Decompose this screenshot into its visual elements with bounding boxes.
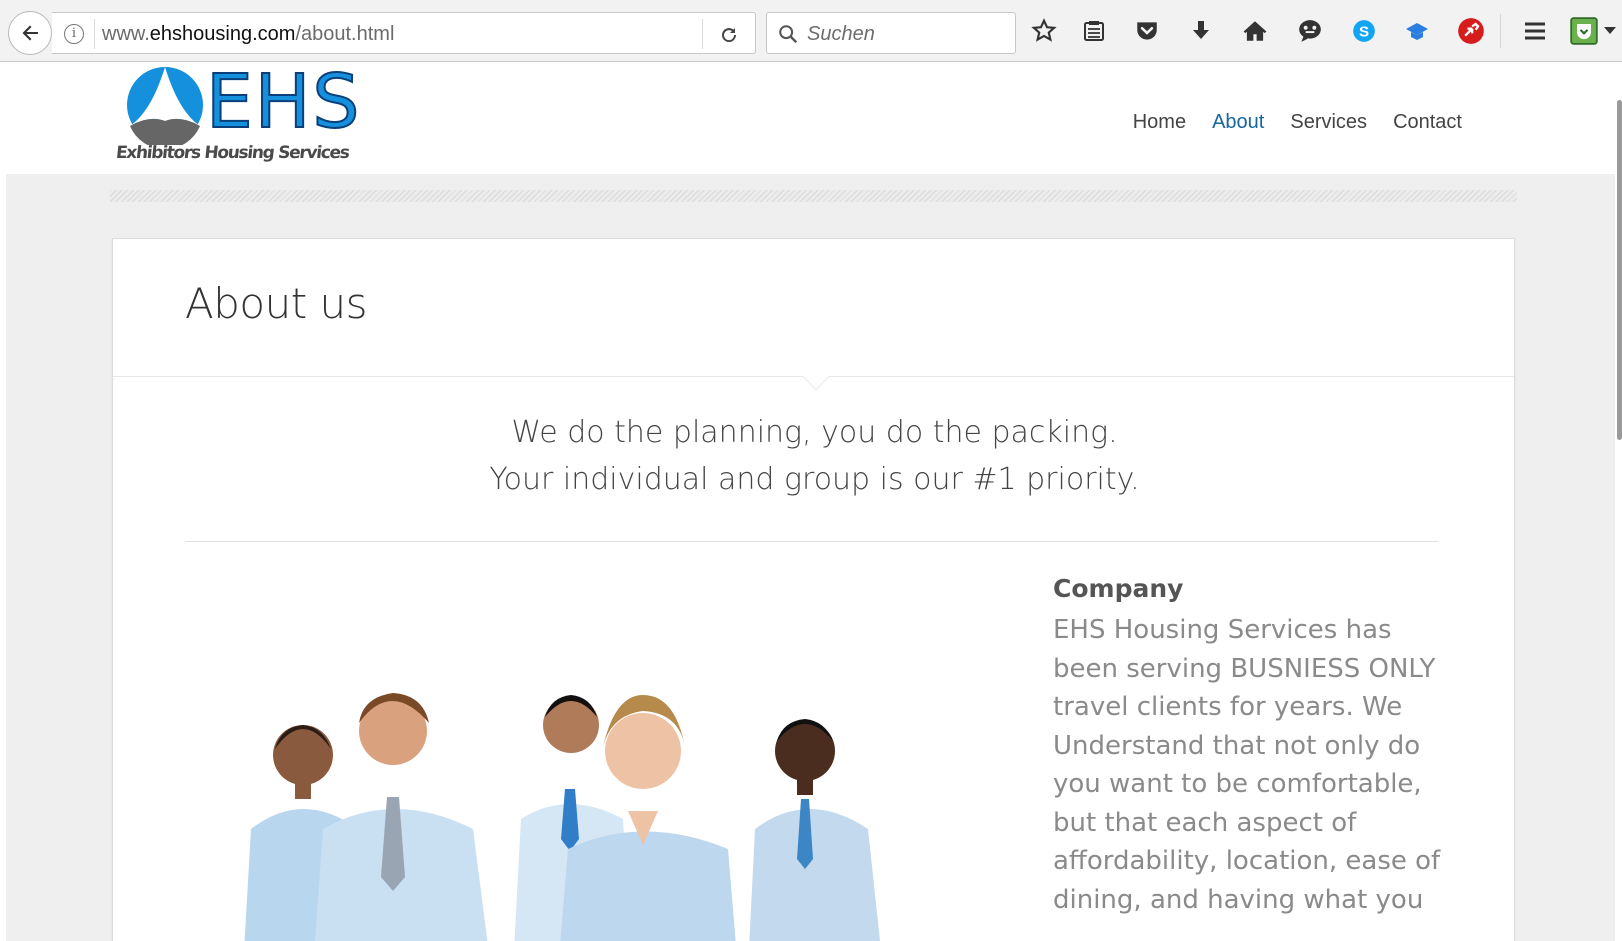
url-text[interactable]: www.ehshousing.com/about.html xyxy=(102,23,394,46)
url-divider xyxy=(94,19,95,49)
home-icon[interactable] xyxy=(1241,17,1269,45)
main-nav: Home About Services Contact xyxy=(1133,111,1462,134)
graduation-cap-icon[interactable] xyxy=(1403,17,1431,45)
team-photo xyxy=(244,693,880,941)
chevron-down-icon[interactable] xyxy=(1601,17,1619,45)
bookmark-star-icon[interactable] xyxy=(1030,17,1058,45)
tagline-line-1: We do the planning, you do the packing. xyxy=(511,415,1118,450)
search-placeholder: Suchen xyxy=(807,23,875,45)
reload-icon[interactable] xyxy=(717,22,741,46)
url-bar[interactable]: i www.ehshousing.com/about.html xyxy=(52,12,756,54)
person-5 xyxy=(749,719,880,941)
site-logo[interactable]: EHS Exhibitors Housing Services xyxy=(114,63,396,173)
tagline-line-2: Your individual and group is our #1 prio… xyxy=(489,462,1140,497)
decorative-stripe xyxy=(110,190,1517,202)
logo-tagline: Exhibitors Housing Services xyxy=(114,143,350,163)
page-edge xyxy=(1615,63,1622,941)
toolbar-separator xyxy=(1500,14,1501,48)
page-title: About us xyxy=(185,279,368,328)
company-heading: Company xyxy=(1053,574,1184,603)
scrollbar[interactable] xyxy=(1617,100,1622,440)
person-2 xyxy=(315,693,488,941)
logo-name: EHS xyxy=(205,63,362,146)
about-card: About us We do the planning, you do the … xyxy=(112,238,1515,941)
search-bar[interactable]: Suchen xyxy=(766,12,1016,54)
tagline: We do the planning, you do the packing. … xyxy=(113,409,1516,503)
web-page: EHS Exhibitors Housing Services Home Abo… xyxy=(6,63,1622,941)
reading-list-icon[interactable] xyxy=(1080,17,1108,45)
red-addon-icon[interactable] xyxy=(1457,17,1485,45)
chat-icon[interactable] xyxy=(1296,17,1324,45)
info-icon[interactable]: i xyxy=(64,24,84,44)
section-divider xyxy=(185,541,1438,542)
menu-icon[interactable] xyxy=(1521,17,1549,45)
logo-mark-icon xyxy=(127,67,203,145)
skype-icon[interactable]: S xyxy=(1350,17,1378,45)
download-icon[interactable] xyxy=(1187,17,1215,45)
nav-about[interactable]: About xyxy=(1212,111,1264,134)
pocket-icon[interactable] xyxy=(1133,17,1161,45)
green-addon-icon[interactable] xyxy=(1570,17,1598,45)
nav-services[interactable]: Services xyxy=(1290,111,1367,134)
site-header: EHS Exhibitors Housing Services Home Abo… xyxy=(6,63,1622,174)
nav-contact[interactable]: Contact xyxy=(1393,111,1462,134)
back-icon xyxy=(22,25,38,41)
browser-toolbar: i www.ehshousing.com/about.html Suchen S xyxy=(0,0,1622,62)
search-icon xyxy=(779,25,798,44)
svg-text:S: S xyxy=(1359,23,1369,40)
nav-home[interactable]: Home xyxy=(1133,111,1186,134)
back-button[interactable] xyxy=(8,11,52,55)
company-description: EHS Housing Services has been serving BU… xyxy=(1053,615,1441,915)
divider-notch xyxy=(801,361,831,391)
reload-separator xyxy=(702,19,703,49)
